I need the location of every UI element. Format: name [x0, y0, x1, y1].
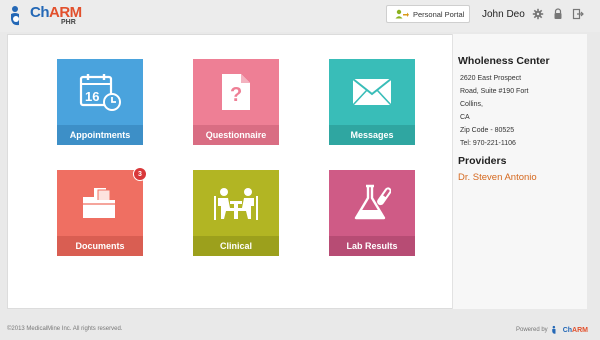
center-name: Wholeness Center [458, 55, 550, 67]
question-document-icon: ? [222, 74, 250, 110]
calendar-icon: 16 [79, 74, 121, 111]
address-line: 2620 East Prospect [460, 75, 522, 82]
address-line: Zip Code - 80525 [460, 127, 515, 134]
copyright-text: ©2013 MedicalMine Inc. All rights reserv… [7, 326, 123, 332]
personal-portal-label: Personal Portal [413, 9, 465, 19]
tile-label: Appointments [57, 125, 143, 145]
charm-logo[interactable]: ChARM PHR [8, 3, 88, 29]
tile-label: Clinical [193, 236, 279, 256]
calendar-date: 16 [85, 89, 99, 104]
tile-clinical[interactable]: Clinical [193, 170, 279, 256]
svg-text:?: ? [230, 84, 242, 106]
logo-subtitle: PHR [61, 19, 76, 26]
envelope-icon [352, 78, 392, 106]
tile-lab-results[interactable]: Lab Results [329, 170, 415, 256]
center-address: 2620 East Prospect Road, Suite #190 Fort… [460, 72, 529, 150]
flask-icon [354, 184, 391, 220]
folder-documents-icon [83, 188, 115, 218]
tile-label: Lab Results [329, 236, 415, 256]
footer-brand-part1: Ch [562, 326, 573, 334]
provider-link[interactable]: Dr. Steven Antonio [458, 172, 537, 183]
tile-appointments[interactable]: 16 Appointments [57, 59, 143, 145]
app-header: ChARM PHR Personal Portal John Deo [0, 0, 600, 32]
notification-badge: 3 [133, 167, 147, 181]
tile-label: Messages [329, 125, 415, 145]
user-name[interactable]: John Deo [482, 9, 525, 20]
tile-label: Documents [57, 236, 143, 256]
address-line: Tel: 970-221-1106 [460, 140, 516, 147]
tile-label: Questionnaire [193, 125, 279, 145]
tile-documents[interactable]: Documents [57, 170, 143, 256]
personal-portal-button[interactable]: Personal Portal [386, 5, 470, 23]
logout-icon[interactable] [572, 8, 584, 20]
address-line: Collins, [460, 101, 483, 108]
lock-icon[interactable] [552, 8, 564, 20]
footer-brand-part2: ARM [572, 326, 588, 334]
charm-logo-icon [11, 6, 19, 26]
powered-by-label: Powered by [516, 327, 548, 333]
gear-icon[interactable] [532, 8, 544, 20]
address-line: Road, Suite #190 Fort [460, 88, 529, 95]
charm-logo-icon [551, 325, 556, 334]
consultation-icon [214, 188, 258, 220]
address-line: CA [460, 114, 470, 121]
powered-by[interactable]: Powered by ChARM [516, 325, 588, 335]
tile-messages[interactable]: Messages [329, 59, 415, 145]
user-switch-icon [395, 9, 409, 19]
providers-heading: Providers [458, 155, 507, 167]
tile-questionnaire[interactable]: ? Questionnaire [193, 59, 279, 145]
